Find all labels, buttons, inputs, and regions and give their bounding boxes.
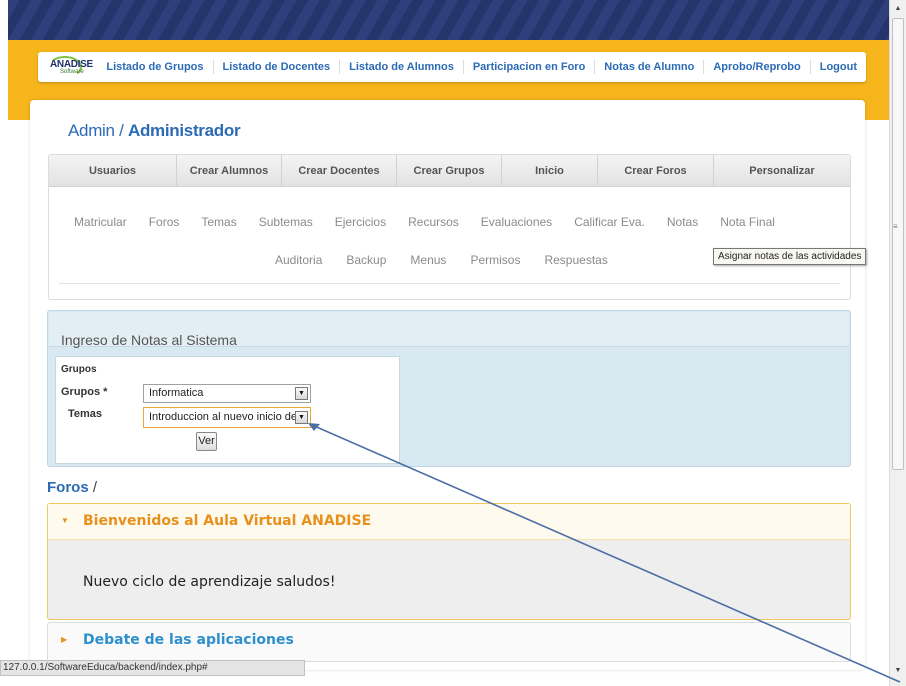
submenu-row-2: Auditoria Backup Menus Permisos Respuest… (275, 253, 632, 267)
link-permisos[interactable]: Permisos (470, 253, 520, 267)
tooltip: Asignar notas de las actividades (713, 248, 867, 265)
link-nota-final[interactable]: Nota Final (720, 215, 775, 229)
foros-heading-text: Foros (47, 479, 89, 496)
forum-item-body: Nuevo ciclo de aprendizaje saludos! (83, 574, 336, 590)
link-respuestas[interactable]: Respuestas (544, 253, 607, 267)
scroll-up-icon[interactable]: ▲ (890, 0, 906, 17)
foros-heading-separator: / (92, 479, 98, 496)
ver-button[interactable]: Ver (196, 432, 217, 451)
grupos-label: Grupos * (61, 386, 108, 398)
tab-crear-foros[interactable]: Crear Foros (598, 155, 714, 187)
admin-menu: Usuarios Crear Alumnos Crear Docentes Cr… (48, 154, 851, 300)
foros-heading: Foros / (47, 479, 97, 496)
link-subtemas[interactable]: Subtemas (259, 215, 313, 229)
link-recursos[interactable]: Recursos (408, 215, 459, 229)
nav-listado-alumnos[interactable]: Listado de Alumnos (339, 60, 463, 74)
link-auditoria[interactable]: Auditoria (275, 253, 322, 267)
page-title-role: Admin / (68, 121, 124, 140)
notas-form-title: Ingreso de Notas al Sistema (61, 332, 237, 348)
tab-inicio[interactable]: Inicio (502, 155, 598, 187)
grupos-select[interactable]: Informatica ▼ (143, 384, 311, 403)
forum-item-open: ▼ Bienvenidos al Aula Virtual ANADISE Nu… (47, 503, 851, 620)
chevron-down-icon[interactable]: ▼ (295, 411, 308, 424)
nav-aprobo-reprobo[interactable]: Aprobo/Reprobo (703, 60, 809, 74)
scroll-down-icon[interactable]: ▼ (890, 662, 906, 679)
temas-select-value: Introduccion al nuevo inicio de (149, 411, 297, 423)
link-backup[interactable]: Backup (346, 253, 386, 267)
status-bar: 127.0.0.1/SoftwareEduca/backend/index.ph… (0, 660, 305, 676)
header-banner (8, 0, 889, 40)
tab-crear-alumnos[interactable]: Crear Alumnos (177, 155, 282, 187)
tab-crear-docentes[interactable]: Crear Docentes (282, 155, 397, 187)
nav-notas-alumno[interactable]: Notas de Alumno (594, 60, 703, 74)
grupos-select-value: Informatica (149, 387, 204, 399)
link-matricular[interactable]: Matricular (74, 215, 127, 229)
forum-item-header[interactable]: ▼ Bienvenidos al Aula Virtual ANADISE (48, 504, 850, 540)
tab-crear-grupos[interactable]: Crear Grupos (397, 155, 502, 187)
forum-item-title[interactable]: Debate de las aplicaciones (83, 632, 294, 648)
nav-listado-docentes[interactable]: Listado de Docentes (212, 60, 340, 74)
page-title-user: Administrador (127, 121, 241, 140)
vertical-scrollbar[interactable]: ▲ ≡ ▼ (889, 0, 906, 686)
link-notas[interactable]: Notas (667, 215, 698, 229)
scrollbar-thumb[interactable] (892, 18, 904, 470)
chevron-down-icon[interactable]: ▼ (295, 387, 308, 400)
link-menus[interactable]: Menus (410, 253, 446, 267)
anadise-logo[interactable]: ANADISE Software (38, 52, 97, 82)
nav-logout[interactable]: Logout (809, 60, 866, 74)
notas-form-panel: Ingreso de Notas al Sistema Grupos Grupo… (47, 310, 851, 467)
link-foros[interactable]: Foros (149, 215, 180, 229)
forum-item-title[interactable]: Bienvenidos al Aula Virtual ANADISE (83, 513, 371, 529)
grip-icon: ≡ (893, 222, 898, 231)
nav-participacion-foro[interactable]: Participacion en Foro (462, 60, 594, 74)
temas-select[interactable]: Introduccion al nuevo inicio de ▼ (143, 407, 311, 428)
tab-personalizar[interactable]: Personalizar (714, 155, 850, 187)
top-navigation: ANADISE Software Listado de Grupos Lista… (38, 52, 866, 82)
caret-down-icon: ▼ (61, 516, 69, 525)
page-title: Admin / Administrador (68, 121, 241, 141)
link-temas[interactable]: Temas (201, 215, 236, 229)
logo-subtext: Software (60, 69, 84, 75)
form-section-label: Grupos (61, 364, 97, 375)
tab-usuarios[interactable]: Usuarios (49, 155, 177, 187)
submenu-row-1: Matricular Foros Temas Subtemas Ejercici… (74, 215, 797, 229)
caret-right-icon: ▶ (61, 635, 68, 644)
menu-divider (59, 283, 840, 284)
forum-item-collapsed[interactable]: ▶ Debate de las aplicaciones (47, 622, 851, 662)
link-evaluaciones[interactable]: Evaluaciones (481, 215, 552, 229)
link-ejercicios[interactable]: Ejercicios (335, 215, 386, 229)
link-calificar-eva[interactable]: Calificar Eva. (574, 215, 645, 229)
tab-bar: Usuarios Crear Alumnos Crear Docentes Cr… (49, 155, 850, 187)
nav-listado-grupos[interactable]: Listado de Grupos (97, 60, 212, 74)
temas-label: Temas (68, 408, 103, 420)
